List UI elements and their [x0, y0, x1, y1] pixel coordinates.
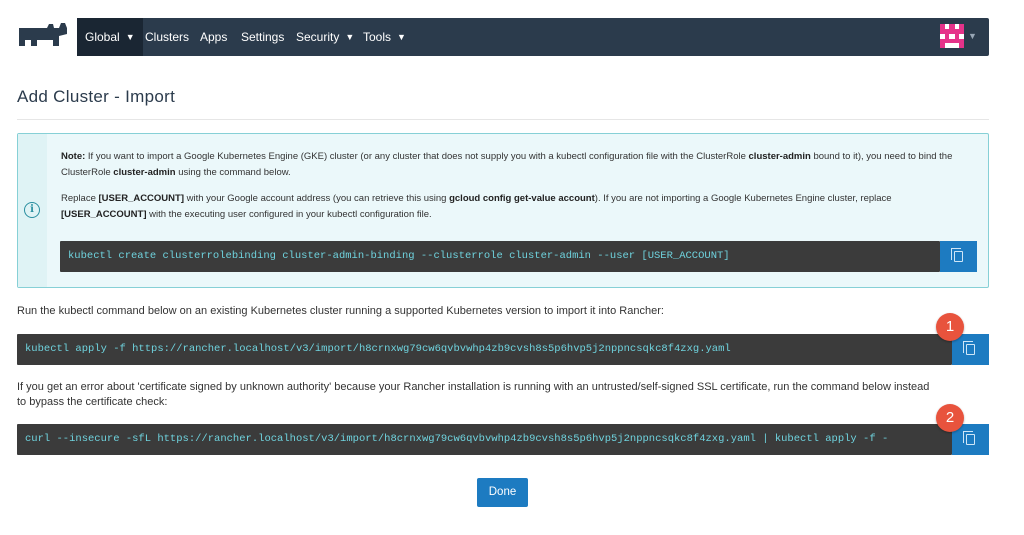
code-block-clusterrolebinding[interactable]: kubectl create clusterrolebinding cluste…: [60, 241, 940, 272]
user-avatar[interactable]: [940, 24, 964, 48]
nav-item-label: Settings: [241, 30, 285, 44]
nav-item-apps[interactable]: Apps: [192, 18, 235, 56]
chevron-down-icon: ▼: [345, 32, 355, 42]
note-text: using the command below.: [175, 167, 291, 178]
rancher-logo-icon[interactable]: [17, 22, 69, 50]
note-text: with the executing user configured in yo…: [146, 209, 432, 220]
callout-badge-2: 2: [936, 404, 964, 432]
nav-item-label: Tools: [363, 30, 392, 44]
done-button[interactable]: Done: [477, 478, 528, 507]
note-paragraph: Note: If you want to import a Google Kub…: [61, 149, 979, 181]
note-bold: gcloud config get-value account: [449, 193, 595, 204]
import-instruction: Run the kubectl command below on an exis…: [17, 305, 664, 317]
code-text[interactable]: kubectl create clusterrolebinding cluste…: [68, 241, 730, 272]
nav-item-label: Security: [296, 30, 340, 44]
copy-icon: [963, 431, 975, 445]
nav-item-label: Global: [85, 30, 120, 44]
divider: [17, 119, 989, 120]
chevron-down-icon: ▼: [397, 32, 406, 42]
chevron-down-icon: ▼: [125, 32, 135, 42]
info-gutter: i: [18, 134, 47, 287]
code-text[interactable]: kubectl apply -f https://rancher.localho…: [25, 334, 731, 365]
info-banner: i Note: If you want to import a Google K…: [17, 133, 989, 288]
top-navigation: Global ▼ Clusters Apps Settings Security…: [0, 0, 1024, 56]
code-text[interactable]: curl --insecure -sfL https://rancher.loc…: [25, 424, 888, 455]
note-bold: [USER_ACCOUNT]: [98, 193, 185, 204]
info-content: Note: If you want to import a Google Kub…: [61, 149, 979, 233]
copy-button[interactable]: [940, 241, 977, 272]
note-text: Replace: [61, 193, 99, 204]
note-bold: [USER_ACCOUNT]: [61, 209, 147, 220]
page-title: Add Cluster - Import: [17, 87, 176, 106]
code-block-insecure[interactable]: curl --insecure -sfL https://rancher.loc…: [17, 424, 952, 455]
copy-icon: [963, 341, 975, 355]
nav-bar: Global ▼ Clusters Apps Settings Security…: [77, 18, 989, 56]
nav-item-tools[interactable]: Tools ▼: [355, 18, 414, 56]
insecure-instruction: If you get an error about 'certificate s…: [17, 381, 930, 408]
nav-item-security[interactable]: Security ▼: [288, 18, 362, 56]
copy-icon: [951, 248, 963, 262]
note-label: Note:: [61, 151, 86, 162]
note-text: ). If you are not importing a Google Kub…: [594, 193, 892, 204]
nav-item-settings[interactable]: Settings: [233, 18, 292, 56]
nav-item-clusters[interactable]: Clusters: [137, 18, 197, 56]
callout-badge-1: 1: [936, 313, 964, 341]
replace-paragraph: Replace [USER_ACCOUNT] with your Google …: [61, 191, 979, 223]
nav-item-global[interactable]: Global ▼: [77, 18, 143, 56]
note-text: with your Google account address (you ca…: [184, 193, 450, 204]
nav-item-label: Apps: [200, 30, 228, 44]
note-bold: cluster-admin: [113, 167, 176, 178]
note-bold: cluster-admin: [748, 151, 811, 162]
code-block-import[interactable]: kubectl apply -f https://rancher.localho…: [17, 334, 952, 365]
chevron-down-icon[interactable]: ▼: [968, 31, 977, 41]
nav-item-label: Clusters: [145, 30, 190, 44]
note-text: If you want to import a Google Kubernete…: [85, 151, 749, 162]
info-circle-icon: i: [24, 202, 40, 218]
